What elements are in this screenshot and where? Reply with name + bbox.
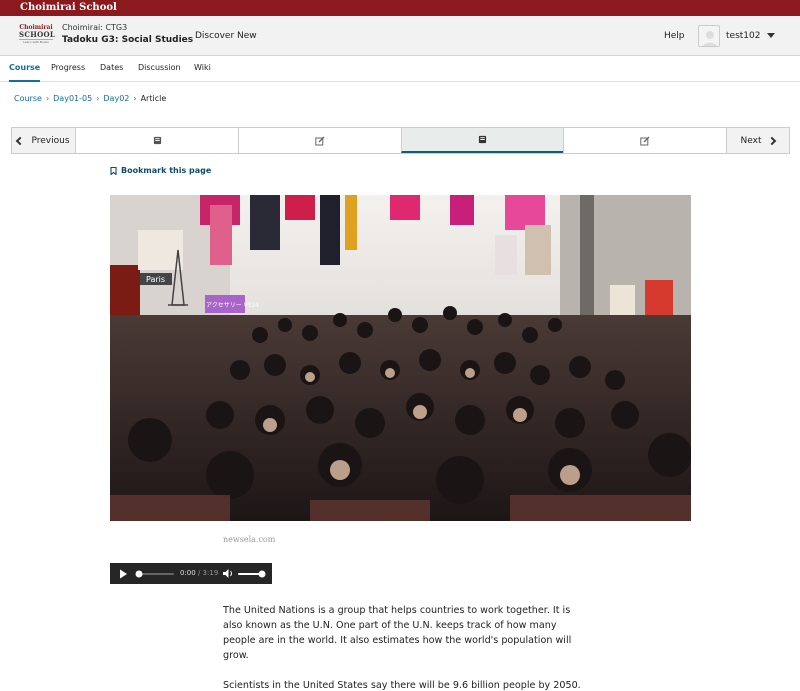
chevron-right-icon (768, 136, 777, 145)
volume-icon[interactable] (222, 568, 234, 579)
bookmark-button[interactable]: Bookmark this page (110, 166, 211, 175)
sequence-unit-1[interactable] (75, 128, 238, 153)
school-logo[interactable]: Choimirai SCHOOL Learn with Books (19, 24, 56, 50)
discover-new-link[interactable]: Discover New (195, 31, 257, 41)
audio-duration: / 3:19 (197, 569, 219, 577)
sequence-unit-3-active[interactable] (401, 128, 563, 153)
logo-line-3: Learn with Books (19, 39, 53, 44)
next-label: Next (740, 135, 762, 146)
tab-discussion[interactable]: Discussion (138, 63, 181, 82)
article-paragraph: Scientists in the United States say ther… (223, 680, 581, 691)
breadcrumb-separator-icon: › (133, 94, 137, 103)
breadcrumb: Course › Day01-05 › Day02 › Article (14, 94, 166, 103)
previous-button[interactable]: Previous (12, 128, 75, 153)
edit-icon (315, 136, 325, 145)
article-photo: Paris アクセサリー ¥324 (110, 195, 691, 521)
tab-dates[interactable]: Dates (100, 63, 123, 82)
help-link[interactable]: Help (664, 31, 685, 41)
logo-line-2: SCHOOL (19, 30, 56, 39)
crowd-street-image: Paris アクセサリー ¥324 (110, 195, 691, 521)
previous-label: Previous (31, 135, 70, 146)
volume-slider[interactable] (237, 569, 267, 579)
breadcrumb-section[interactable]: Day01-05 (53, 94, 92, 103)
tab-progress[interactable]: Progress (51, 63, 85, 82)
bookmark-label: Bookmark this page (121, 166, 212, 175)
breadcrumb-separator-icon: › (45, 94, 50, 103)
breadcrumb-subsection[interactable]: Day02 (103, 94, 129, 103)
edit-icon (640, 136, 650, 145)
course-org: Choimirai: CTG3 (62, 23, 128, 32)
paris-sign-text: Paris (146, 275, 165, 284)
course-title: Tadoku G3: Social Studies (62, 35, 194, 45)
breadcrumb-separator-icon: › (96, 94, 100, 103)
bookmark-icon (110, 166, 117, 175)
play-icon[interactable] (119, 569, 128, 579)
audio-player: 0:00 / 3:19 (110, 563, 272, 584)
price-sign-text: アクセサリー ¥324 (206, 302, 259, 309)
audio-current-time: 0:00 (180, 569, 196, 577)
brand-name: Choimirai School (20, 2, 117, 13)
book-icon (478, 135, 487, 144)
user-avatar[interactable] (698, 25, 720, 47)
user-menu-caret-icon[interactable] (767, 33, 775, 38)
sequence-navigation: Previous Next (11, 127, 790, 154)
breadcrumb-course[interactable]: Course (14, 94, 42, 103)
chevron-left-icon (16, 136, 25, 145)
tab-course[interactable]: Course (9, 63, 41, 82)
article-paragraph: The United Nations is a group that helps… (223, 605, 572, 661)
progress-slider[interactable] (134, 569, 176, 579)
sequence-unit-2[interactable] (238, 128, 401, 153)
course-tabs: Course Progress Dates Discussion Wiki (0, 56, 800, 82)
top-brand-bar: Choimirai School (0, 0, 800, 16)
book-icon (153, 136, 161, 145)
username[interactable]: test102 (726, 31, 760, 41)
course-header: Choimirai SCHOOL Learn with Books Choimi… (0, 16, 800, 56)
avatar-placeholder-icon (699, 26, 719, 46)
tab-wiki[interactable]: Wiki (194, 63, 211, 82)
photo-credit: newsela.com (223, 535, 276, 544)
next-button[interactable]: Next (726, 128, 789, 153)
sequence-unit-4[interactable] (563, 128, 726, 153)
breadcrumb-current: Article (140, 94, 167, 103)
audio-time: 0:00 / 3:19 (180, 569, 218, 577)
article-body: The United Nations is a group that helps… (223, 603, 583, 691)
